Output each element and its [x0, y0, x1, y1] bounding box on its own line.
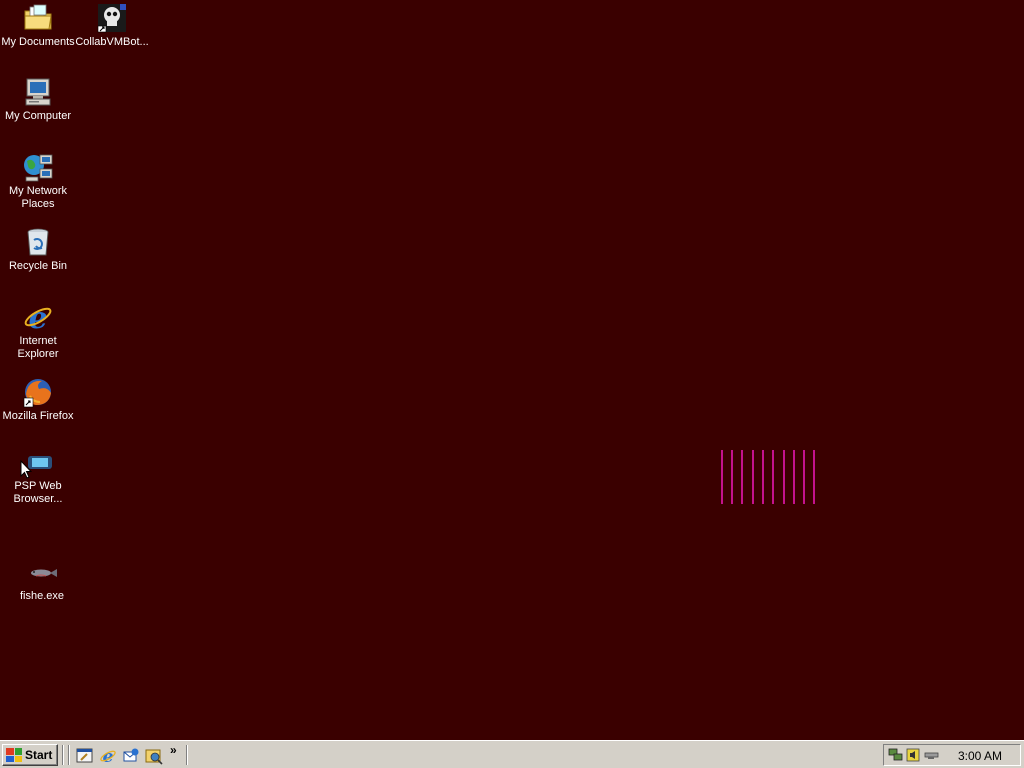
- desktop-icon-recycle-bin[interactable]: Recycle Bin: [0, 226, 76, 273]
- start-button[interactable]: Start: [2, 744, 58, 766]
- taskbar-divider: [62, 745, 64, 765]
- taskbar: Start e » 3:00 AM: [0, 740, 1024, 768]
- desktop-icon-collabvmbot[interactable]: CollabVMBot...: [74, 2, 150, 49]
- desktop-icon-my-documents[interactable]: My Documents: [0, 2, 76, 49]
- desktop-icon-label: My Computer: [4, 110, 72, 122]
- network-icon[interactable]: [888, 748, 904, 762]
- desktop-icon-my-network-places[interactable]: My Network Places: [0, 151, 76, 211]
- system-tray: 3:00 AM: [883, 744, 1021, 766]
- desktop-icon-label: Recycle Bin: [8, 260, 68, 272]
- desktop-icon-label: CollabVMBot...: [75, 36, 149, 48]
- desktop-icon-label: Mozilla Firefox: [2, 410, 74, 422]
- desktop-icon-label: Internet Explorer: [17, 335, 59, 360]
- taskbar-divider: [68, 745, 70, 765]
- desktop-icon-label: fishe.exe: [19, 590, 65, 602]
- desktop-icon-label: PSP Web Browser...: [13, 480, 63, 505]
- computer-icon: [22, 76, 54, 108]
- show-desktop-icon[interactable]: [76, 747, 94, 765]
- monitor-icon[interactable]: [924, 748, 940, 762]
- taskbar-divider: [186, 745, 188, 765]
- desktop-icon-my-computer[interactable]: My Computer: [0, 76, 76, 123]
- svg-text:e: e: [28, 301, 47, 333]
- windows-logo-icon: [6, 748, 22, 762]
- desktop-icon-psp-web-browser[interactable]: PSP Web Browser...: [0, 446, 76, 506]
- desktop-icon-label: My Network Places: [8, 185, 68, 210]
- internet-explorer-icon[interactable]: e: [99, 747, 117, 765]
- skull-shortcut-icon: [96, 2, 128, 34]
- svg-text:e: e: [103, 747, 114, 765]
- network-places-icon: [22, 151, 54, 183]
- quick-launch-more-button[interactable]: »: [170, 743, 177, 757]
- volume-icon[interactable]: [906, 748, 922, 762]
- desktop-icon-label: My Documents: [1, 36, 75, 48]
- desktop-icon-mozilla-firefox[interactable]: Mozilla Firefox: [0, 376, 76, 423]
- start-label: Start: [25, 748, 53, 762]
- mouse-pointer-icon: [20, 460, 32, 479]
- taskbar-clock[interactable]: 3:00 AM: [958, 749, 1002, 763]
- firefox-icon: [22, 376, 54, 408]
- graphic-artifact-stripes: [721, 450, 817, 504]
- desktop-icon-fishe[interactable]: fishe.exe: [4, 556, 80, 603]
- folder-documents-icon: [22, 2, 54, 34]
- media-player-icon[interactable]: [145, 747, 163, 765]
- fish-icon: [26, 556, 58, 588]
- outlook-express-icon[interactable]: [122, 747, 140, 765]
- desktop[interactable]: My Documents CollabVMBot... My Computer …: [0, 0, 1024, 740]
- recycle-bin-icon: [22, 226, 54, 258]
- internet-explorer-icon: e: [22, 301, 54, 336]
- desktop-icon-internet-explorer[interactable]: e Internet Explorer: [0, 301, 76, 361]
